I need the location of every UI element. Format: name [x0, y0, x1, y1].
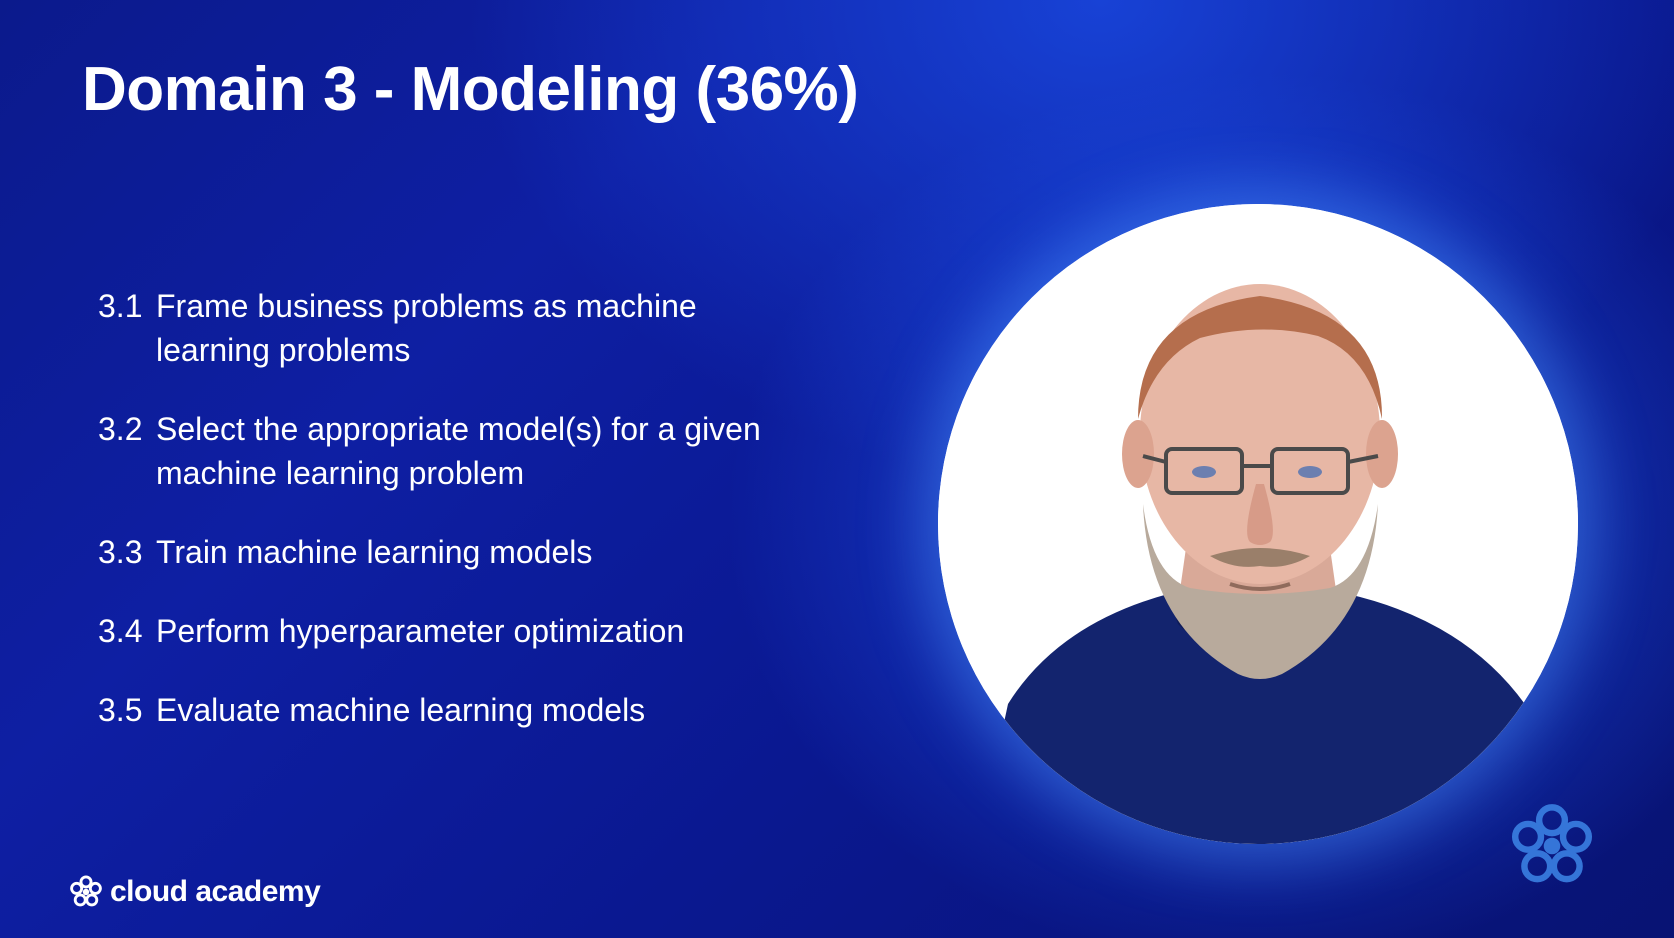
cloud-academy-logo-icon [70, 875, 102, 907]
presenter-video-circle [938, 204, 1578, 844]
outline-item-3-4: 3.4 Perform hyperparameter optimization [98, 609, 778, 653]
slide-title: Domain 3 - Modeling (36%) [82, 55, 859, 124]
outline-item-number: 3.3 [98, 534, 143, 570]
outline-item-number: 3.4 [98, 613, 143, 649]
presenter-illustration [938, 204, 1578, 844]
outline-item-3-1: 3.1 Frame business problems as machine l… [98, 284, 778, 372]
outline-item-text: Train machine learning models [156, 534, 593, 570]
brand-wordmark: cloud academy [110, 875, 321, 908]
outline-item-text: Perform hyperparameter optimization [156, 613, 685, 649]
presentation-slide: Domain 3 - Modeling (36%) 3.1 Frame busi… [0, 0, 1674, 938]
brand-footer: cloud academy [68, 874, 321, 910]
outline-item-3-2: 3.2 Select the appropriate model(s) for … [98, 407, 778, 495]
outline-item-3-3: 3.3 Train machine learning models [98, 530, 778, 574]
outline-item-text: Frame business problems as machine learn… [156, 288, 697, 368]
cloud-academy-watermark-icon [1511, 804, 1593, 883]
outline-item-text: Select the appropriate model(s) for a gi… [156, 411, 761, 491]
domain-outline-list: 3.1 Frame business problems as machine l… [98, 284, 778, 767]
outline-item-3-5: 3.5 Evaluate machine learning models [98, 688, 778, 732]
outline-item-text: Evaluate machine learning models [156, 692, 646, 728]
outline-item-number: 3.1 [98, 288, 143, 324]
outline-item-number: 3.2 [98, 411, 143, 447]
outline-item-number: 3.5 [98, 692, 143, 728]
